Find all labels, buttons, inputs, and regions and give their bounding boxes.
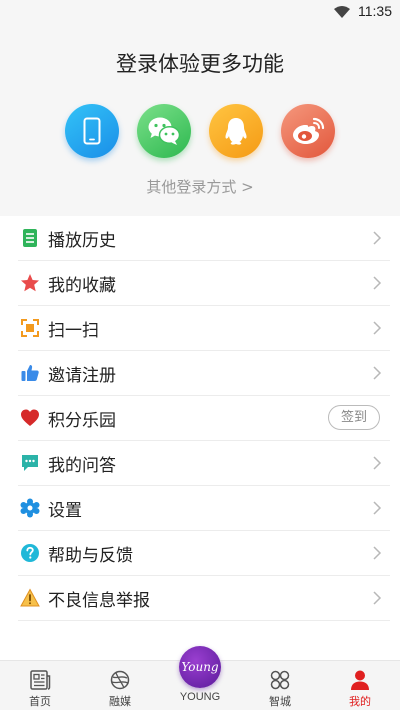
tab-mine[interactable]: 我的 bbox=[320, 661, 400, 710]
tab-label: 融媒 bbox=[109, 695, 131, 708]
thumbs-up-icon bbox=[21, 365, 39, 381]
menu-item-history[interactable]: 播放历史 bbox=[18, 216, 390, 261]
help-icon bbox=[21, 544, 39, 562]
chevron-right-icon bbox=[373, 366, 382, 380]
menu-item-help[interactable]: 帮助与反馈 bbox=[18, 531, 390, 576]
chevron-right-icon bbox=[373, 456, 382, 470]
warning-icon bbox=[20, 588, 40, 607]
star-icon bbox=[21, 274, 39, 292]
gear-icon bbox=[20, 498, 40, 518]
young-logo: Young bbox=[179, 646, 221, 688]
menu-item-favorites[interactable]: 我的收藏 bbox=[18, 261, 390, 306]
menu-label: 积分乐园 bbox=[48, 411, 116, 431]
menu-item-scan[interactable]: 扫一扫 bbox=[18, 306, 390, 351]
tab-smart-city[interactable]: 智城 bbox=[240, 661, 320, 710]
phone-icon bbox=[83, 117, 101, 145]
menu-label: 播放历史 bbox=[48, 231, 116, 251]
menu-label: 我的问答 bbox=[48, 456, 116, 476]
scan-icon bbox=[21, 319, 39, 337]
grid-icon bbox=[270, 670, 290, 690]
menu-label: 设置 bbox=[48, 501, 82, 521]
battery-icon bbox=[320, 6, 330, 19]
weibo-login-button[interactable] bbox=[281, 104, 335, 158]
chevron-right-icon bbox=[373, 321, 382, 335]
login-panel: 登录体验更多功能 其他登录方式 > bbox=[0, 24, 400, 216]
menu-label: 我的收藏 bbox=[48, 276, 116, 296]
status-bar: 11:35 bbox=[0, 0, 400, 24]
chevron-right-icon bbox=[373, 546, 382, 560]
status-time: 11:35 bbox=[358, 3, 392, 19]
other-login-link[interactable]: 其他登录方式 > bbox=[0, 176, 400, 197]
wechat-icon bbox=[148, 117, 181, 145]
tab-media[interactable]: 融媒 bbox=[80, 661, 160, 710]
qq-icon bbox=[225, 118, 247, 145]
menu-list: 播放历史 我的收藏 扫一扫 邀请注册 积分乐园 签到 我的问答 设置 帮助与反馈… bbox=[0, 216, 400, 621]
login-title: 登录体验更多功能 bbox=[116, 52, 284, 76]
newspaper-icon bbox=[30, 670, 51, 690]
chat-icon bbox=[22, 455, 38, 471]
menu-item-settings[interactable]: 设置 bbox=[18, 486, 390, 531]
menu-item-invite[interactable]: 邀请注册 bbox=[18, 351, 390, 396]
menu-item-report[interactable]: 不良信息举报 bbox=[18, 576, 390, 621]
person-icon bbox=[351, 670, 369, 690]
menu-label: 邀请注册 bbox=[48, 366, 116, 386]
tab-young[interactable]: Young YOUNG bbox=[160, 646, 240, 710]
checkin-button[interactable]: 签到 bbox=[328, 405, 380, 430]
menu-item-points[interactable]: 积分乐园 签到 bbox=[18, 396, 390, 441]
media-icon bbox=[110, 670, 130, 690]
wechat-login-button[interactable] bbox=[137, 104, 191, 158]
tab-label: YOUNG bbox=[179, 691, 221, 703]
qq-login-button[interactable] bbox=[209, 104, 263, 158]
menu-label: 不良信息举报 bbox=[48, 591, 150, 611]
tab-home[interactable]: 首页 bbox=[0, 661, 80, 710]
menu-label: 扫一扫 bbox=[48, 321, 99, 341]
history-icon bbox=[23, 229, 37, 247]
weibo-icon bbox=[293, 117, 325, 144]
tab-label: 智城 bbox=[269, 695, 291, 708]
phone-login-button[interactable] bbox=[65, 104, 119, 158]
heart-icon bbox=[21, 409, 39, 426]
wifi-icon bbox=[334, 6, 350, 18]
chevron-right-icon bbox=[373, 501, 382, 515]
menu-item-qa[interactable]: 我的问答 bbox=[18, 441, 390, 486]
menu-label: 帮助与反馈 bbox=[48, 546, 133, 566]
chevron-right-icon bbox=[373, 276, 382, 290]
chevron-right-icon bbox=[373, 591, 382, 605]
chevron-right-icon bbox=[373, 231, 382, 245]
tab-label: 首页 bbox=[29, 695, 51, 708]
tab-label: 我的 bbox=[349, 695, 371, 708]
young-logo-text: Young bbox=[181, 660, 219, 674]
